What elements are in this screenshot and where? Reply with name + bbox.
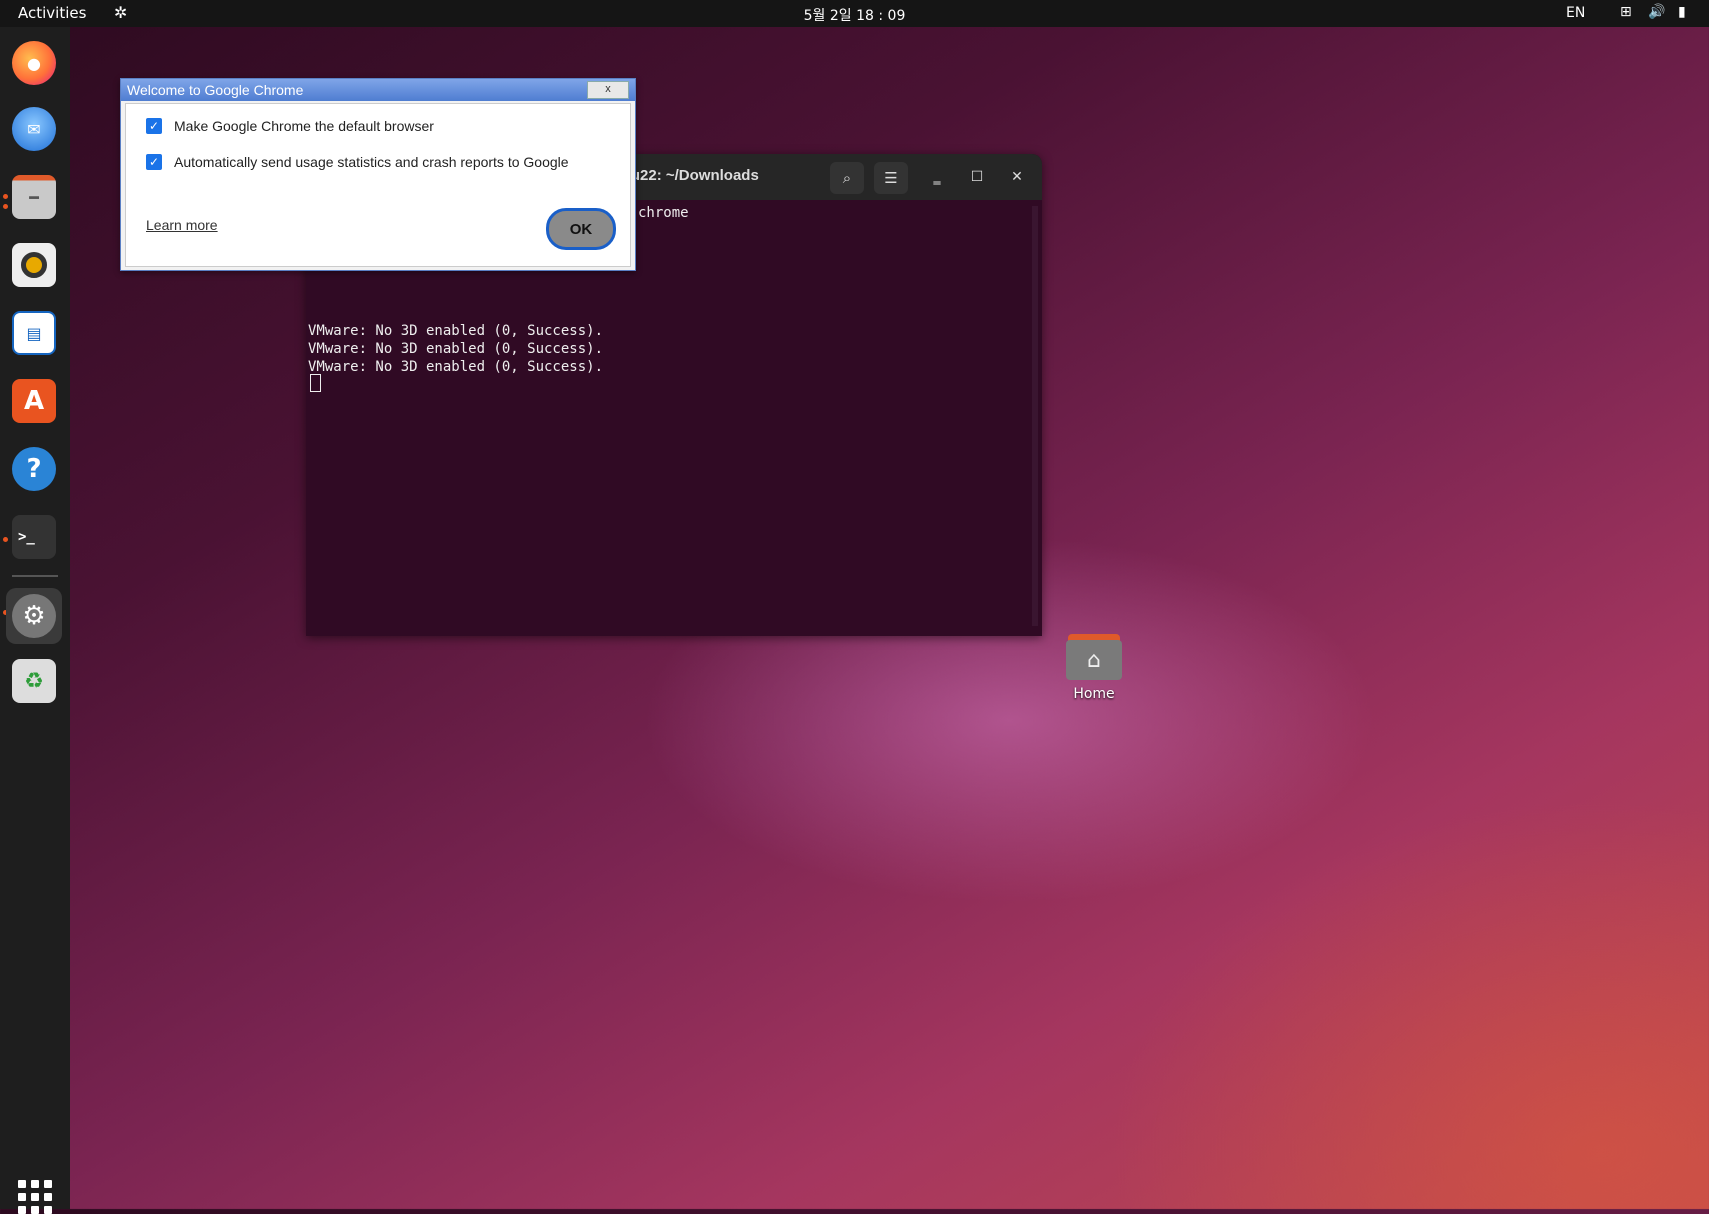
top-bar: Activities ✲ 5월 2일 18 : 09 EN ⊞ 🔊 ▮	[0, 0, 1709, 27]
usage-stats-checkbox[interactable]: ✓	[146, 154, 162, 170]
dock-trash[interactable]: ♻	[10, 657, 58, 705]
default-browser-label: Make Google Chrome the default browser	[174, 118, 434, 134]
terminal-cursor	[310, 374, 321, 392]
default-browser-checkbox[interactable]: ✓	[146, 118, 162, 134]
dock-separator	[12, 575, 58, 577]
hamburger-icon: ☰	[884, 169, 898, 187]
dialog-close-button[interactable]: x	[587, 81, 629, 99]
running-indicator	[3, 194, 8, 199]
dock-software[interactable]: A	[10, 377, 58, 425]
dialog-body: ✓ Make Google Chrome the default browser…	[125, 103, 631, 267]
close-button[interactable]: ✕	[1004, 164, 1030, 190]
terminal-line: VMware: No 3D enabled (0, Success).	[308, 341, 604, 357]
dock-help[interactable]: ?	[10, 445, 58, 493]
terminal-line: chrome	[638, 205, 689, 221]
learn-more-link[interactable]: Learn more	[146, 217, 218, 233]
software-icon: A	[12, 379, 56, 423]
default-browser-option[interactable]: ✓ Make Google Chrome the default browser	[146, 118, 434, 134]
rhythmbox-icon	[12, 243, 56, 287]
desktop-home-icon[interactable]: ⌂ Home	[1054, 630, 1134, 702]
files-icon: ━	[12, 175, 56, 219]
trash-icon: ♻	[12, 659, 56, 703]
dialog-titlebar[interactable]: Welcome to Google Chrome x	[121, 79, 635, 101]
running-indicator	[3, 537, 8, 542]
terminal-icon: >_	[12, 515, 56, 559]
help-icon: ?	[12, 447, 56, 491]
dialog-title: Welcome to Google Chrome	[127, 82, 304, 98]
menu-button[interactable]: ☰	[874, 162, 908, 194]
maximize-button[interactable]: ☐	[964, 164, 990, 190]
thunderbird-icon: ✉	[12, 107, 56, 151]
chrome-welcome-dialog: Welcome to Google Chrome x ✓ Make Google…	[120, 78, 636, 271]
search-icon: ⌕	[842, 169, 852, 187]
home-label: Home	[1073, 686, 1115, 702]
house-icon: ⌂	[1087, 647, 1101, 673]
dock-thunderbird[interactable]: ✉	[10, 105, 58, 153]
volume-icon[interactable]: 🔊	[1648, 4, 1665, 20]
running-indicator	[3, 204, 8, 209]
terminal-line: VMware: No 3D enabled (0, Success).	[308, 323, 604, 339]
home-folder-icon: ⌂	[1066, 630, 1122, 680]
minimize-button[interactable]: ‗	[924, 164, 950, 190]
usage-stats-label: Automatically send usage statistics and …	[174, 154, 569, 170]
battery-icon[interactable]: ▮	[1678, 4, 1686, 20]
dock-terminal[interactable]: >_	[10, 513, 58, 561]
firefox-icon: ●	[12, 41, 56, 85]
gear-icon: ⚙	[12, 594, 56, 638]
terminal-line: VMware: No 3D enabled (0, Success).	[308, 359, 604, 375]
input-language[interactable]: EN	[1566, 5, 1585, 21]
network-icon[interactable]: ⊞	[1620, 4, 1632, 20]
ok-button[interactable]: OK	[546, 208, 616, 250]
writer-icon: ▤	[12, 311, 56, 355]
usage-stats-option[interactable]: ✓ Automatically send usage statistics an…	[146, 154, 569, 170]
dock-writer[interactable]: ▤	[10, 309, 58, 357]
search-button[interactable]: ⌕	[830, 162, 864, 194]
dock-settings[interactable]: ⚙	[6, 588, 62, 644]
dock-firefox[interactable]: ●	[10, 39, 58, 87]
dock: ● ✉ ━ ▤ A ? >_ ⚙ ♻	[0, 27, 70, 1214]
dock-files[interactable]: ━	[10, 173, 58, 221]
dock-rhythmbox[interactable]	[10, 241, 58, 289]
clock[interactable]: 5월 2일 18 : 09	[0, 5, 1709, 25]
terminal-scrollbar[interactable]	[1032, 206, 1038, 626]
